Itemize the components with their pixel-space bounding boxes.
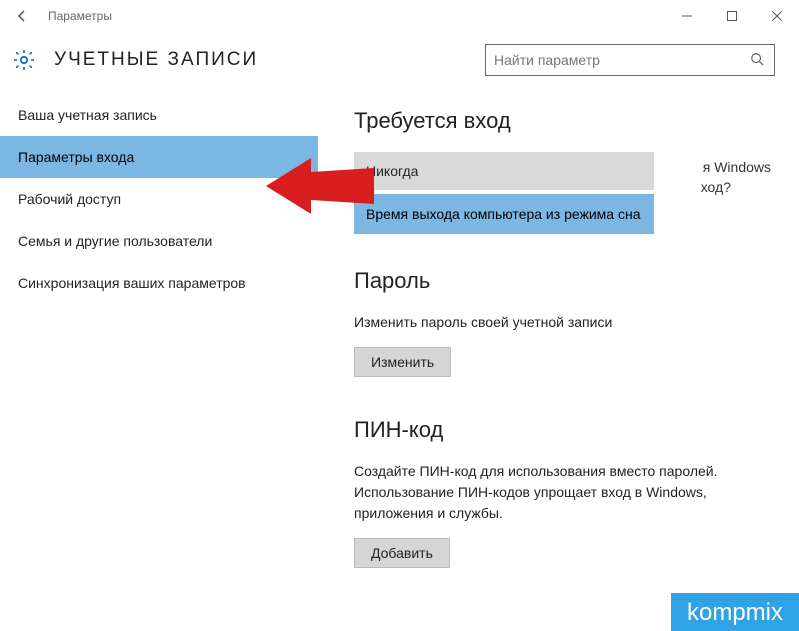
sidebar-item-sync-settings[interactable]: Синхронизация ваших параметров (0, 262, 318, 304)
pin-heading: ПИН-код (354, 417, 771, 443)
back-button[interactable] (0, 0, 44, 32)
header-left: УЧЕТНЫЕ ЗАПИСИ (12, 48, 258, 72)
dropdown-option-sleep[interactable]: Время выхода компьютера из режима сна (354, 194, 654, 234)
gear-icon (12, 48, 36, 72)
add-pin-button[interactable]: Добавить (354, 538, 450, 568)
password-heading: Пароль (354, 268, 771, 294)
search-input[interactable] (494, 52, 766, 68)
watermark-text: kompmix (687, 599, 783, 626)
titlebar: Параметры (0, 0, 799, 32)
sidebar: Ваша учетная запись Параметры входа Рабо… (0, 94, 318, 568)
password-desc: Изменить пароль своей учетной записи (354, 312, 771, 333)
bg-text-frag2: ход? (701, 176, 731, 198)
content-area: Требуется вход я Windows ход? Никогда Вр… (318, 94, 799, 568)
sidebar-item-your-account[interactable]: Ваша учетная запись (0, 94, 318, 136)
header-row: УЧЕТНЫЕ ЗАПИСИ (0, 32, 799, 94)
sidebar-item-work-access[interactable]: Рабочий доступ (0, 178, 318, 220)
sidebar-item-family-users[interactable]: Семья и другие пользователи (0, 220, 318, 262)
search-icon (750, 52, 764, 69)
signin-heading: Требуется вход (354, 108, 771, 134)
watermark: kompmix (671, 593, 799, 631)
maximize-button[interactable] (709, 0, 754, 32)
change-password-button[interactable]: Изменить (354, 347, 451, 377)
close-button[interactable] (754, 0, 799, 32)
window-controls (664, 0, 799, 32)
window-caption: Параметры (48, 9, 112, 23)
require-signin-dropdown: я Windows ход? Никогда Время выхода комп… (354, 152, 771, 240)
dropdown-selected-never[interactable]: Никогда (354, 152, 654, 190)
page-title: УЧЕТНЫЕ ЗАПИСИ (54, 49, 258, 71)
search-box[interactable] (485, 44, 775, 76)
pin-desc: Создайте ПИН-код для использования вмест… (354, 461, 771, 524)
body: Ваша учетная запись Параметры входа Рабо… (0, 94, 799, 568)
sidebar-item-signin-options[interactable]: Параметры входа (0, 136, 318, 178)
minimize-button[interactable] (664, 0, 709, 32)
